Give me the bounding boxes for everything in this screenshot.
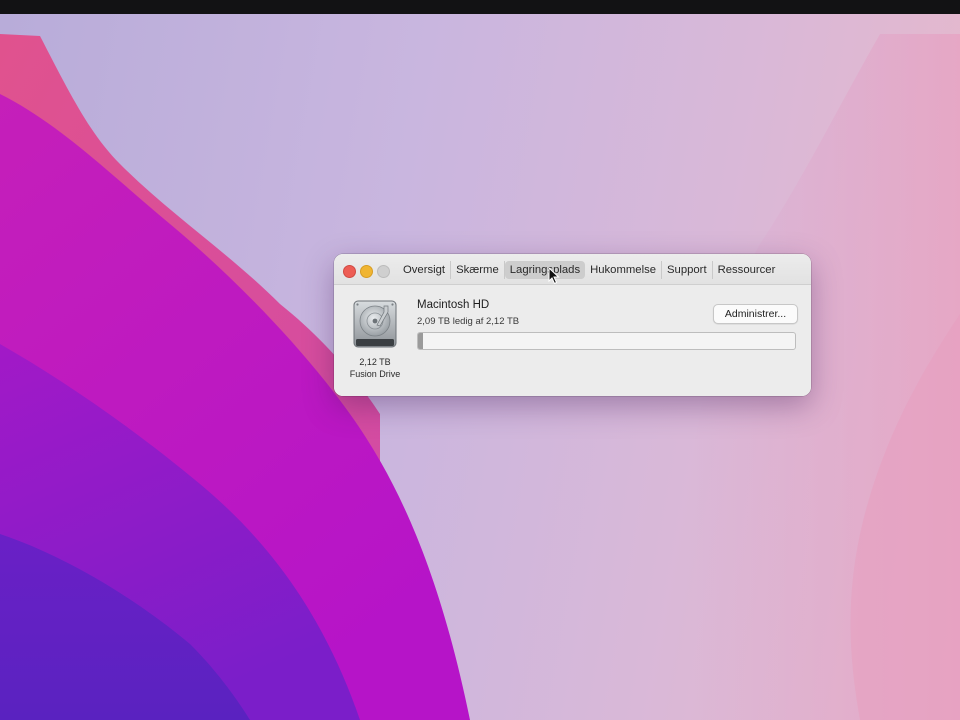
about-this-mac-window: Oversigt Skærme Lagringsplads Hukommelse…	[334, 254, 811, 396]
window-titlebar[interactable]: Oversigt Skærme Lagringsplads Hukommelse…	[334, 254, 811, 285]
storage-usage-bar	[417, 332, 796, 350]
monitor-bezel	[0, 0, 960, 14]
tab-support[interactable]: Support	[662, 260, 713, 279]
tab-ressourcer[interactable]: Ressourcer	[713, 261, 781, 279]
zoom-button	[377, 265, 390, 278]
tab-oversigt[interactable]: Oversigt	[398, 260, 452, 279]
tab-bar: Oversigt Skærme Lagringsplads Hukommelse…	[398, 260, 780, 279]
volume-free-space: 2,09 TB ledig af 2,12 TB	[417, 316, 520, 327]
tab-skaerme[interactable]: Skærme	[451, 260, 505, 279]
volume-name: Macintosh HD	[417, 299, 490, 311]
hard-drive-icon	[353, 300, 397, 348]
tab-lagringsplads[interactable]: Lagringsplads	[504, 260, 586, 279]
close-button[interactable]	[343, 265, 356, 278]
minimize-button[interactable]	[360, 265, 373, 278]
manage-button[interactable]: Administrer...	[713, 304, 798, 324]
disk-capacity-label: 2,12 TB	[359, 357, 391, 367]
storage-usage-fill	[418, 333, 423, 349]
storage-panel: 2,12 TB Fusion Drive Macintosh HD 2,09 T…	[334, 285, 811, 396]
tab-hukommelse[interactable]: Hukommelse	[585, 260, 663, 279]
pointer-cursor-icon	[548, 267, 560, 285]
disk-type-label: Fusion Drive	[349, 369, 401, 379]
